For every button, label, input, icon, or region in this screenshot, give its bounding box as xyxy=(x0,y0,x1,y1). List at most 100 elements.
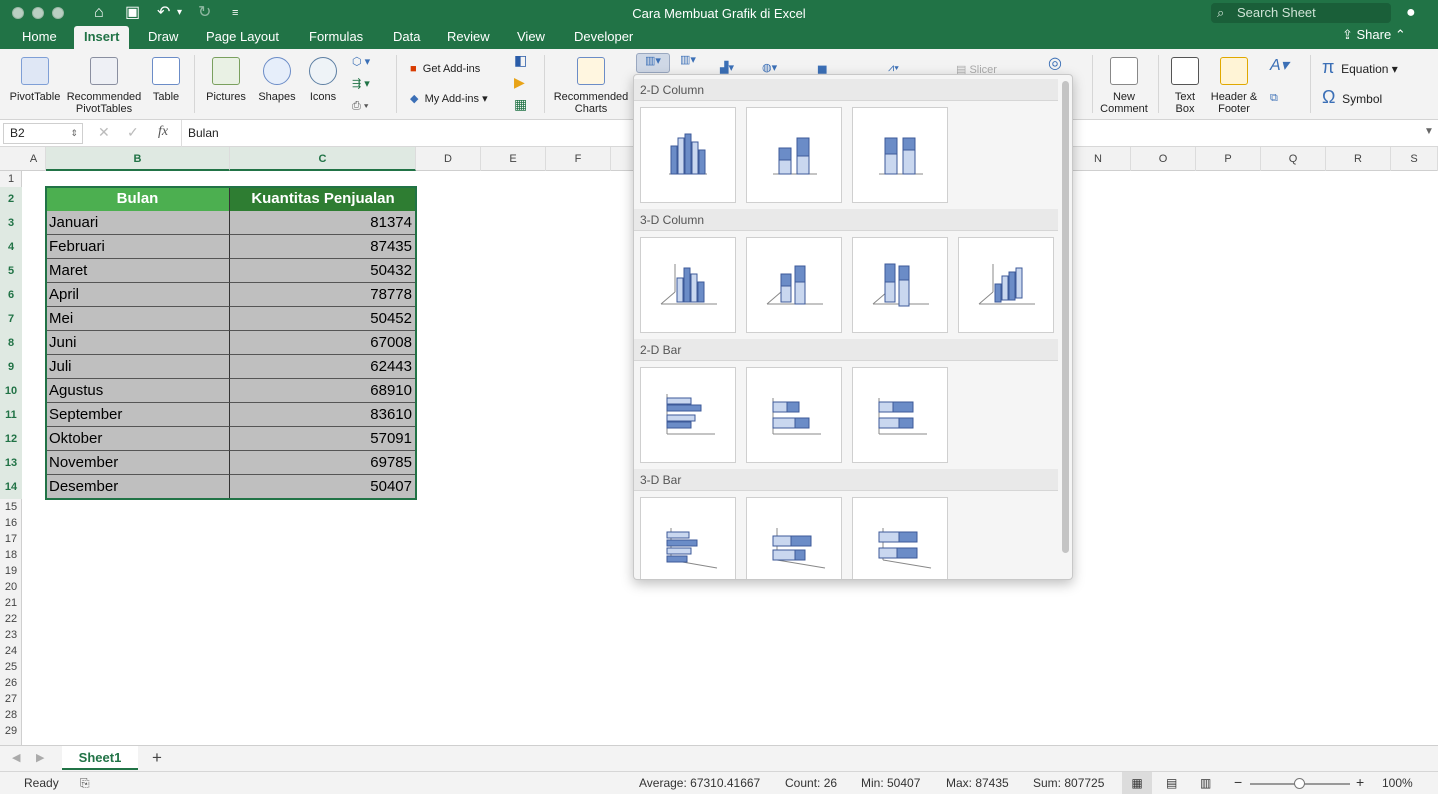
table-cell-quantity[interactable]: 83610 xyxy=(230,403,416,427)
normal-view-icon[interactable]: ▦ xyxy=(1122,772,1152,794)
column-chart-dropdown-button[interactable]: ▥▾ xyxy=(636,53,670,73)
table-cell-month[interactable]: April xyxy=(46,283,230,307)
column-header[interactable]: O xyxy=(1131,147,1196,171)
row-header[interactable]: 26 xyxy=(0,675,22,691)
sparkline-icon[interactable]: ⩘▾ xyxy=(888,61,899,75)
row-header[interactable]: 27 xyxy=(0,691,22,707)
table-button[interactable]: Table xyxy=(146,57,186,103)
share-button[interactable]: ⇪ Share ⌃ xyxy=(1342,27,1406,43)
table-header-bulan[interactable]: Bulan xyxy=(46,187,230,211)
visio-icon[interactable]: ◧ xyxy=(514,53,527,67)
row-header[interactable]: 16 xyxy=(0,515,22,531)
table-cell-month[interactable]: November xyxy=(46,451,230,475)
3d-100-stacked-bar-option[interactable] xyxy=(852,497,948,579)
row-header[interactable]: 22 xyxy=(0,611,22,627)
table-cell-month[interactable]: September xyxy=(46,403,230,427)
tab-review[interactable]: Review xyxy=(437,26,500,49)
tab-data[interactable]: Data xyxy=(383,26,430,49)
pictures-button[interactable]: Pictures xyxy=(202,57,250,103)
column-header[interactable]: Q xyxy=(1261,147,1326,171)
table-cell-month[interactable]: Desember xyxy=(46,475,230,499)
expand-formula-icon[interactable]: ▼ xyxy=(1424,126,1434,137)
text-box-button[interactable]: Text Box xyxy=(1166,57,1204,115)
shapes-button[interactable]: Shapes xyxy=(254,57,300,103)
table-cell-month[interactable]: Oktober xyxy=(46,427,230,451)
sheet-tab-sheet1[interactable]: Sheet1 xyxy=(62,746,138,770)
hierarchy-chart-icon[interactable]: ▥▾ xyxy=(680,53,696,67)
3d-column-option[interactable] xyxy=(958,237,1054,333)
clustered-bar-option[interactable] xyxy=(640,367,736,463)
row-header[interactable]: 13 xyxy=(0,451,22,475)
tab-developer[interactable]: Developer xyxy=(564,26,643,49)
zoom-in-icon[interactable]: + xyxy=(1356,774,1364,790)
table-cell-quantity[interactable]: 69785 xyxy=(230,451,416,475)
table-cell-month[interactable]: Maret xyxy=(46,259,230,283)
table-cell-quantity[interactable]: 87435 xyxy=(230,235,416,259)
name-box[interactable]: B2 ⇕ xyxy=(3,123,83,144)
row-header[interactable]: 24 xyxy=(0,643,22,659)
table-header-kuantitas[interactable]: Kuantitas Penjualan xyxy=(230,187,416,211)
row-header[interactable]: 15 xyxy=(0,499,22,515)
table-cell-month[interactable]: Mei xyxy=(46,307,230,331)
table-cell-quantity[interactable]: 50452 xyxy=(230,307,416,331)
stacked-bar-option[interactable] xyxy=(746,367,842,463)
bing-maps-icon[interactable]: ▶ xyxy=(514,75,525,89)
stacked-column-option[interactable] xyxy=(746,107,842,203)
add-sheet-button[interactable]: + xyxy=(152,748,162,768)
waterfall-chart-icon[interactable]: ▟▾ xyxy=(720,61,734,75)
row-header[interactable]: 11 xyxy=(0,403,22,427)
page-layout-view-icon[interactable]: ▤ xyxy=(1166,776,1177,790)
table-cell-quantity[interactable]: 81374 xyxy=(230,211,416,235)
table-cell-month[interactable]: Agustus xyxy=(46,379,230,403)
formula-content[interactable]: Bulan xyxy=(188,126,219,140)
table-cell-quantity[interactable]: 50407 xyxy=(230,475,416,499)
tab-view[interactable]: View xyxy=(507,26,555,49)
screenshot-icon[interactable]: ⎙ ▾ xyxy=(352,99,368,113)
maps-chart-icon[interactable]: ◍▾ xyxy=(762,61,777,75)
macro-record-icon[interactable]: ⎘ xyxy=(80,776,90,791)
people-graph-icon[interactable]: ▦ xyxy=(514,97,527,111)
column-header[interactable]: B xyxy=(46,147,230,171)
row-header[interactable]: 4 xyxy=(0,235,22,259)
row-header[interactable]: 25 xyxy=(0,659,22,675)
my-addins-button[interactable]: ◆ My Add-ins ▾ xyxy=(410,92,488,106)
user-icon[interactable]: ● xyxy=(1406,4,1416,22)
zoom-out-icon[interactable]: − xyxy=(1234,774,1242,790)
scroll-left-icon[interactable]: ◀ xyxy=(12,751,20,764)
column-header[interactable]: P xyxy=(1196,147,1261,171)
table-cell-month[interactable]: Juli xyxy=(46,355,230,379)
recommended-pivottables-button[interactable]: Recommended PivotTables xyxy=(66,57,142,115)
clustered-column-option[interactable] xyxy=(640,107,736,203)
enter-icon[interactable]: ✓ xyxy=(127,124,139,141)
icons-button[interactable]: Icons xyxy=(304,57,342,103)
column-header[interactable]: R xyxy=(1326,147,1391,171)
column-header[interactable]: A xyxy=(22,147,46,171)
table-cell-quantity[interactable]: 57091 xyxy=(230,427,416,451)
zoom-slider-thumb[interactable] xyxy=(1294,778,1305,789)
row-header[interactable]: 9 xyxy=(0,355,22,379)
get-addins-button[interactable]: ■ Get Add-ins xyxy=(410,62,480,76)
column-header[interactable]: N xyxy=(1066,147,1131,171)
symbol-button[interactable]: Ω Symbol xyxy=(1322,88,1382,106)
row-header[interactable]: 28 xyxy=(0,707,22,723)
column-header[interactable]: D xyxy=(416,147,481,171)
recommended-charts-button[interactable]: Recommended Charts xyxy=(552,57,630,115)
cancel-icon[interactable]: ✕ xyxy=(98,124,110,141)
table-cell-month[interactable]: Februari xyxy=(46,235,230,259)
row-header[interactable]: 8 xyxy=(0,331,22,355)
3d-clustered-column-option[interactable] xyxy=(640,237,736,333)
zoom-level[interactable]: 100% xyxy=(1382,776,1413,790)
table-cell-quantity[interactable]: 50432 xyxy=(230,259,416,283)
tab-page-layout[interactable]: Page Layout xyxy=(196,26,289,49)
table-cell-quantity[interactable]: 68910 xyxy=(230,379,416,403)
header-footer-button[interactable]: Header & Footer xyxy=(1208,57,1260,115)
row-header[interactable]: 3 xyxy=(0,211,22,235)
row-header[interactable]: 23 xyxy=(0,627,22,643)
smartart-icon[interactable]: ⇶ ▾ xyxy=(352,77,370,91)
row-header[interactable]: 10 xyxy=(0,379,22,403)
tab-draw[interactable]: Draw xyxy=(138,26,188,49)
wordart-icon[interactable]: A▾ xyxy=(1270,58,1289,74)
table-cell-quantity[interactable]: 62443 xyxy=(230,355,416,379)
equation-button[interactable]: π Equation ▾ xyxy=(1322,58,1398,76)
object-icon[interactable]: ⧉ xyxy=(1270,91,1278,105)
